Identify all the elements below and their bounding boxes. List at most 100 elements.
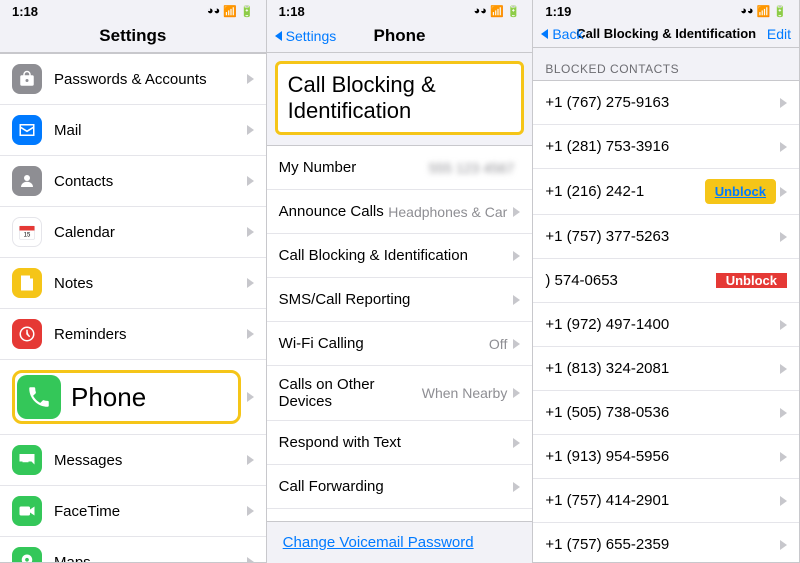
phone-title: Phone bbox=[374, 26, 426, 46]
wifi-icon: 📶 bbox=[223, 5, 237, 18]
calendar-chevron bbox=[247, 227, 254, 237]
contact-number-9: +1 (757) 414-2901 bbox=[545, 492, 780, 509]
signal-icon3: ◕◕ bbox=[740, 5, 753, 17]
phone-calls-other[interactable]: Calls on Other Devices When Nearby bbox=[267, 366, 533, 421]
phone-sms-reporting[interactable]: SMS/Call Reporting bbox=[267, 278, 533, 322]
mail-icon bbox=[12, 115, 42, 145]
passwords-label: Passwords & Accounts bbox=[54, 71, 247, 88]
phone-label: Phone bbox=[71, 382, 146, 413]
messages-icon bbox=[12, 445, 42, 475]
wifi-calling-chevron bbox=[513, 339, 520, 349]
notes-label: Notes bbox=[54, 275, 247, 292]
phone-highlight-box: Phone bbox=[12, 370, 241, 424]
phone-icon bbox=[17, 375, 61, 419]
facetime-label: FaceTime bbox=[54, 503, 247, 520]
settings-item-maps[interactable]: Maps bbox=[0, 537, 266, 563]
svg-text:15: 15 bbox=[24, 233, 31, 239]
blocked-contacts-panel: 1:19 ◕◕ 📶 🔋 Back Call Blocking & Identif… bbox=[533, 0, 800, 563]
phone-panel: 1:18 ◕◕ 📶 🔋 Settings Phone Call Blocking… bbox=[267, 0, 534, 563]
phone-my-number[interactable]: My Number 555 123 4567 bbox=[267, 146, 533, 190]
blocked-contacts-list: +1 (767) 275-9163 +1 (281) 753-3916 +1 (… bbox=[533, 80, 799, 563]
facetime-chevron bbox=[247, 506, 254, 516]
respond-text-label: Respond with Text bbox=[279, 434, 514, 451]
wifi-icon3: 📶 bbox=[757, 5, 771, 18]
settings-item-mail[interactable]: Mail bbox=[0, 105, 266, 156]
settings-item-contacts[interactable]: Contacts bbox=[0, 156, 266, 207]
settings-item-messages[interactable]: Messages bbox=[0, 435, 266, 486]
phone-call-blocking[interactable]: Call Blocking & Identification bbox=[267, 234, 533, 278]
blocked-contact-7[interactable]: +1 (505) 738-0536 bbox=[533, 391, 799, 435]
phone-announce-calls[interactable]: Announce Calls Headphones & Car bbox=[267, 190, 533, 234]
messages-label: Messages bbox=[54, 452, 247, 469]
settings-item-notes[interactable]: Notes bbox=[0, 258, 266, 309]
phone-wifi-calling[interactable]: Wi-Fi Calling Off bbox=[267, 322, 533, 366]
voicemail-link-text: Change Voicemail Password bbox=[283, 534, 474, 551]
blocked-contact-5[interactable]: +1 (972) 497-1400 bbox=[533, 303, 799, 347]
blocked-back-button[interactable]: Back bbox=[541, 26, 583, 42]
wifi-calling-label: Wi-Fi Calling bbox=[279, 335, 489, 352]
settings-panel: 1:18 ◕◕ 📶 🔋 Settings Passwords & Account… bbox=[0, 0, 267, 563]
contact-number-5: +1 (972) 497-1400 bbox=[545, 316, 780, 333]
blocked-nav-bar: Back Call Blocking & Identification Edit bbox=[533, 22, 799, 48]
settings-item-passwords[interactable]: Passwords & Accounts bbox=[0, 54, 266, 105]
maps-chevron bbox=[247, 557, 254, 563]
phone-respond-text[interactable]: Respond with Text bbox=[267, 421, 533, 465]
sms-reporting-label: SMS/Call Reporting bbox=[279, 291, 514, 308]
contact-chevron-2 bbox=[780, 187, 787, 197]
contact-number-6: +1 (813) 324-2081 bbox=[545, 360, 780, 377]
status-bar-panel2: 1:18 ◕◕ 📶 🔋 bbox=[267, 0, 533, 22]
contact-number-8: +1 (913) 954-5956 bbox=[545, 448, 780, 465]
contact-number-0: +1 (767) 275-9163 bbox=[545, 94, 780, 111]
blocked-contact-9[interactable]: +1 (757) 414-2901 bbox=[533, 479, 799, 523]
contact-chevron-1 bbox=[780, 142, 787, 152]
blocked-contact-2[interactable]: +1 (216) 242-1 Unblock bbox=[533, 169, 799, 215]
settings-title: Settings bbox=[99, 26, 166, 46]
blocked-contact-4[interactable]: ) 574-0653 Unblock bbox=[533, 259, 799, 303]
contact-number-4: ) 574-0653 bbox=[545, 272, 715, 289]
announce-calls-label: Announce Calls bbox=[279, 203, 389, 220]
settings-item-calendar[interactable]: 15 Calendar bbox=[0, 207, 266, 258]
my-number-value: 555 123 4567 bbox=[429, 160, 515, 176]
calls-other-chevron bbox=[513, 388, 520, 398]
contact-number-7: +1 (505) 738-0536 bbox=[545, 404, 780, 421]
blocked-contact-0[interactable]: +1 (767) 275-9163 bbox=[533, 81, 799, 125]
passwords-icon bbox=[12, 64, 42, 94]
back-chevron-icon bbox=[275, 31, 282, 41]
contact-chevron-0 bbox=[780, 98, 787, 108]
status-icons-panel3: ◕◕ 📶 🔋 bbox=[740, 5, 787, 18]
contacts-icon bbox=[12, 166, 42, 196]
phone-call-waiting[interactable]: Call Waiting bbox=[267, 509, 533, 522]
blocked-contact-1[interactable]: +1 (281) 753-3916 bbox=[533, 125, 799, 169]
notes-icon bbox=[12, 268, 42, 298]
settings-item-reminders[interactable]: Reminders bbox=[0, 309, 266, 360]
phone-nav-bar: Settings Phone bbox=[267, 22, 533, 53]
reminders-icon bbox=[12, 319, 42, 349]
settings-item-facetime[interactable]: FaceTime bbox=[0, 486, 266, 537]
phone-call-forwarding[interactable]: Call Forwarding bbox=[267, 465, 533, 509]
sms-reporting-chevron bbox=[513, 295, 520, 305]
settings-item-phone[interactable]: Phone bbox=[0, 360, 266, 435]
maps-label: Maps bbox=[54, 554, 247, 563]
announce-calls-chevron bbox=[513, 207, 520, 217]
status-bar-panel1: 1:18 ◕◕ 📶 🔋 bbox=[0, 0, 266, 22]
blocked-contact-8[interactable]: +1 (913) 954-5956 bbox=[533, 435, 799, 479]
phone-back-button[interactable]: Settings bbox=[275, 28, 337, 44]
voicemail-password-link[interactable]: Change Voicemail Password bbox=[267, 522, 533, 563]
settings-list: Passwords & Accounts Mail Contacts 15 Ca… bbox=[0, 53, 266, 563]
blocked-contact-10[interactable]: +1 (757) 655-2359 bbox=[533, 523, 799, 563]
signal-icon2: ◕◕ bbox=[474, 5, 487, 17]
maps-icon bbox=[12, 547, 42, 563]
facetime-icon bbox=[12, 496, 42, 526]
unblock-yellow-button[interactable]: Unblock bbox=[705, 179, 776, 204]
blocked-edit-button[interactable]: Edit bbox=[767, 26, 791, 42]
battery-icon2: 🔋 bbox=[507, 5, 521, 18]
time-panel2: 1:18 bbox=[279, 4, 305, 19]
blocked-contact-6[interactable]: +1 (813) 324-2081 bbox=[533, 347, 799, 391]
call-blocking-highlight-title: Call Blocking & Identification bbox=[278, 64, 522, 132]
contact-chevron-9 bbox=[780, 496, 787, 506]
back-chevron-icon3 bbox=[541, 29, 548, 39]
blocked-contact-3[interactable]: +1 (757) 377-5263 bbox=[533, 215, 799, 259]
messages-chevron bbox=[247, 455, 254, 465]
unblock-red-button[interactable]: Unblock bbox=[716, 273, 787, 288]
contact-chevron-7 bbox=[780, 408, 787, 418]
